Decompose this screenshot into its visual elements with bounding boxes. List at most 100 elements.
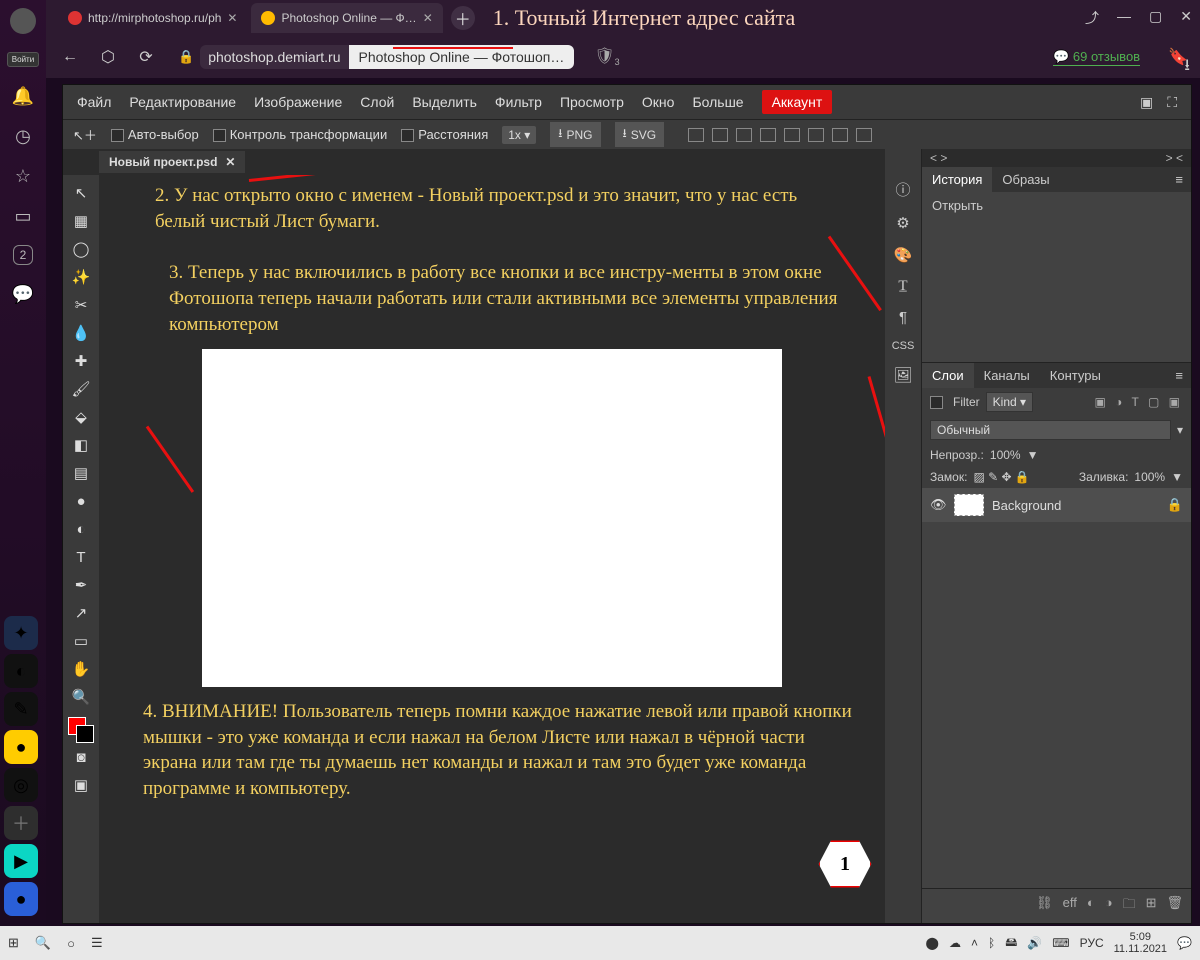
folder-icon[interactable]: 🗀 (1123, 895, 1136, 917)
canvas-stage[interactable]: 2. У нас открыто окно с именем - Новый п… (99, 175, 885, 923)
dock-play-icon[interactable]: ▶ (4, 844, 38, 878)
adjust-icon[interactable]: ⚙ (896, 214, 909, 232)
close-icon[interactable]: ✕ (227, 11, 237, 25)
lasso-tool-icon[interactable]: ◯ (66, 235, 96, 263)
dock-yandex-icon[interactable]: ● (4, 730, 38, 764)
document-tab[interactable]: Новый проект.psd✕ (99, 151, 245, 173)
tray-kb-icon[interactable]: ⌨ (1052, 936, 1069, 950)
reviews-link[interactable]: 💬 69 отзывов (1053, 49, 1140, 66)
dock-sparkle-icon[interactable]: ✦ (4, 616, 38, 650)
eraser-tool-icon[interactable]: ◧ (66, 431, 96, 459)
pen-tool-icon[interactable]: ✒ (66, 571, 96, 599)
fullscreen-icon[interactable]: ⛶ (1167, 94, 1177, 111)
tray-up-icon[interactable]: ˄ (971, 936, 978, 950)
image-icon[interactable]: 🖼 (893, 366, 912, 384)
search-icon[interactable]: 🔍 (35, 935, 51, 951)
blend-mode-select[interactable]: Обычный (930, 420, 1171, 440)
shield-icon[interactable]: 🛡3 (594, 46, 619, 67)
dock-add-icon[interactable]: ＋ (4, 806, 38, 840)
menu-filter[interactable]: Фильтр (495, 94, 542, 110)
feed-icon[interactable]: ▭ (12, 205, 34, 227)
panel-menu-icon[interactable]: ≡ (1167, 167, 1191, 192)
mask-icon[interactable]: ◐ (1087, 895, 1095, 917)
menu-layer[interactable]: Слой (360, 94, 394, 110)
badge-2-icon[interactable]: 2 (13, 245, 33, 265)
canvas[interactable] (202, 349, 782, 687)
heal-tool-icon[interactable]: ✚ (66, 347, 96, 375)
close-icon[interactable]: ✕ (225, 155, 235, 169)
clock-icon[interactable]: ◷ (12, 125, 34, 147)
marquee-tool-icon[interactable]: ▦ (66, 207, 96, 235)
tray-lang[interactable]: РУС (1080, 936, 1104, 950)
layer-row[interactable]: 👁 Background 🔒 (922, 488, 1191, 522)
filter-icons[interactable]: ▣ ◑ T ▢ ▣ (1095, 395, 1184, 409)
adjustment-icon[interactable]: ◑ (1105, 895, 1113, 917)
star-icon[interactable]: ☆ (12, 165, 34, 187)
new-layer-icon[interactable]: ⊞ (1146, 895, 1157, 917)
win-min-icon[interactable]: ― (1117, 8, 1131, 28)
brush-tool-icon[interactable]: 🖌 (66, 375, 96, 403)
address-bar[interactable]: 🔒 photoshop.demiart.ru Photoshop Online … (172, 42, 574, 72)
dodge-tool-icon[interactable]: ◐ (66, 515, 96, 543)
download-icon[interactable]: ⭳ (1184, 54, 1190, 81)
type-tool-icon[interactable]: T (66, 543, 96, 571)
close-icon[interactable]: ✕ (423, 11, 433, 25)
move-tool-icon[interactable]: ↖ (66, 179, 96, 207)
tab-history[interactable]: История (922, 167, 992, 192)
shape-tool-icon[interactable]: ▭ (66, 627, 96, 655)
hand-tool-icon[interactable]: ✋ (66, 655, 96, 683)
start-icon[interactable]: ⊞ (8, 935, 19, 951)
kind-select[interactable]: Kind ▾ (986, 392, 1033, 412)
info-icon[interactable]: ⓘ (895, 179, 910, 200)
menu-window[interactable]: Окно (642, 94, 675, 110)
tab-channels[interactable]: Каналы (974, 363, 1040, 388)
css-icon[interactable]: CSS (892, 340, 915, 352)
layout-icon[interactable]: ▣ (1140, 94, 1153, 111)
swatches-icon[interactable]: 🎨 (894, 246, 913, 264)
account-button[interactable]: Аккаунт (762, 90, 833, 114)
opacity-value[interactable]: 100% (990, 448, 1021, 462)
win-close-icon[interactable]: ✕ (1180, 8, 1192, 28)
fx-icon[interactable]: eff (1063, 895, 1077, 917)
dock-pencil-icon[interactable]: ✎ (4, 692, 38, 726)
reload-icon[interactable]: ⟳ (134, 47, 158, 67)
menu-select[interactable]: Выделить (412, 94, 477, 110)
tray-alice-icon[interactable]: ⬤ (926, 936, 939, 950)
auto-select-checkbox[interactable]: Авто-выбор (111, 127, 199, 142)
tray-hdd-icon[interactable]: 🖴 (1005, 933, 1017, 954)
win-max-icon[interactable]: ▢ (1149, 8, 1162, 28)
screenmode-icon[interactable]: ▣ (66, 771, 96, 799)
align-buttons[interactable] (688, 128, 872, 142)
history-item[interactable]: Открыть (922, 192, 1191, 362)
tray-bt-icon[interactable]: ᛒ (988, 936, 995, 950)
back-icon[interactable]: ← (58, 48, 82, 66)
dock-camera-icon[interactable]: ◎ (4, 768, 38, 802)
menu-more[interactable]: Больше (692, 94, 743, 110)
tab-layers[interactable]: Слои (922, 363, 974, 388)
transform-checkbox[interactable]: Контроль трансформации (213, 127, 387, 142)
tray-notif-icon[interactable]: 💬 (1177, 936, 1192, 950)
tray-weather-icon[interactable]: ☁ (949, 936, 961, 950)
eyedropper-tool-icon[interactable]: 💧 (66, 319, 96, 347)
lock-icons[interactable]: ▨ ✎ ✥ 🔒 (973, 470, 1029, 484)
menu-file[interactable]: Файл (77, 94, 111, 110)
dock-yin-icon[interactable]: ◐ (4, 654, 38, 688)
menu-view[interactable]: Просмотр (560, 94, 624, 110)
paragraph-icon[interactable]: ¶ (899, 309, 907, 326)
chat-icon[interactable]: 💬 (12, 283, 34, 305)
fill-value[interactable]: 100% (1134, 470, 1165, 484)
color-swatch[interactable] (68, 717, 94, 743)
bell-icon[interactable]: 🔔 (12, 85, 34, 107)
gradient-tool-icon[interactable]: ▤ (66, 459, 96, 487)
login-button[interactable]: Войти (7, 52, 39, 67)
export-png-button[interactable]: ⭳ PNG (550, 122, 600, 147)
win-share-icon[interactable]: ⤴ (1085, 8, 1099, 28)
home-icon[interactable]: ⬡ (96, 47, 120, 67)
export-svg-button[interactable]: ⭳ SVG (615, 122, 665, 147)
trash-icon[interactable]: 🗑 (1166, 895, 1183, 917)
taskview-icon[interactable]: ☰ (91, 935, 103, 951)
stamp-tool-icon[interactable]: ⬙ (66, 403, 96, 431)
quickmask-icon[interactable]: ◙ (66, 743, 96, 771)
visibility-icon[interactable]: 👁 (930, 497, 946, 513)
collapse-left-icon[interactable]: < > (930, 151, 947, 165)
